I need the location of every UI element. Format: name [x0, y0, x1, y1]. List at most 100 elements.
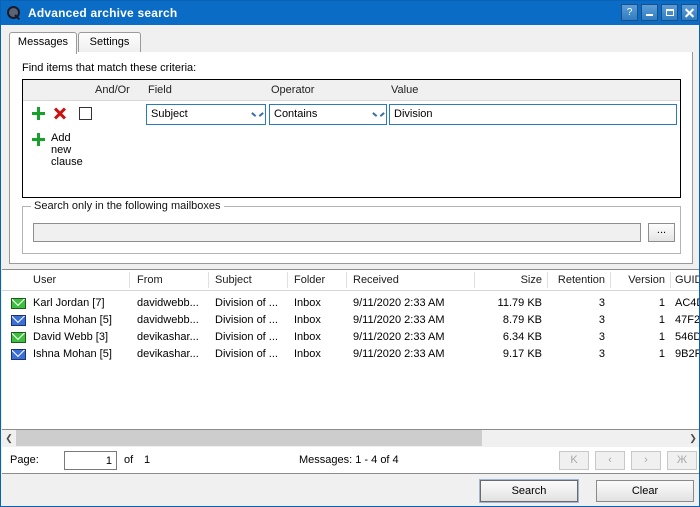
scroll-right-arrow-icon[interactable]: ❯: [686, 430, 700, 446]
cell-version: 1: [614, 297, 665, 309]
envelope-icon: [11, 315, 26, 326]
column-divider[interactable]: [287, 272, 288, 288]
page-of-label: of: [124, 454, 133, 466]
results-list: User From Subject Folder Received Size R…: [2, 269, 700, 446]
column-divider[interactable]: [346, 272, 347, 288]
mailbox-group-box: Search only in the following mailboxes .…: [22, 206, 681, 254]
cell-guid: 9B2FA: [675, 348, 700, 360]
column-header-operator: Operator: [271, 84, 314, 96]
cell-from: davidwebb...: [137, 314, 199, 326]
criteria-header-row: And/Or Field Operator Value: [23, 80, 680, 101]
minimize-button[interactable]: [641, 4, 658, 21]
last-page-button[interactable]: Ж: [667, 451, 697, 470]
tab-messages[interactable]: Messages: [9, 32, 77, 54]
cell-size: 8.79 KB: [480, 314, 542, 326]
mailbox-group-title: Search only in the following mailboxes: [31, 200, 224, 212]
results-header: User From Subject Folder Received Size R…: [2, 270, 700, 291]
cell-user: Ishna Mohan [5]: [33, 348, 112, 360]
table-row[interactable]: Ishna Mohan [5] davidwebb... Division of…: [2, 312, 700, 329]
cell-guid: AC4D: [675, 297, 700, 309]
close-button[interactable]: [681, 4, 698, 21]
messages-tab-page: Find items that match these criteria: An…: [9, 52, 693, 264]
operator-dropdown-value: Contains: [274, 108, 317, 120]
clear-button[interactable]: Clear: [596, 480, 694, 502]
column-divider[interactable]: [129, 272, 130, 288]
table-row[interactable]: Karl Jordan [7] davidwebb... Division of…: [2, 295, 700, 312]
maximize-button[interactable]: [661, 4, 678, 21]
next-page-button[interactable]: ›: [631, 451, 661, 470]
column-header-from[interactable]: From: [137, 274, 163, 286]
help-button[interactable]: ?: [621, 4, 638, 21]
results-horizontal-scrollbar[interactable]: ❮ ❯: [2, 429, 700, 446]
maximize-icon: [666, 9, 674, 16]
column-header-guid[interactable]: GUID: [675, 274, 700, 286]
cell-version: 1: [614, 348, 665, 360]
delete-clause-x-icon[interactable]: [53, 107, 66, 120]
cell-folder: Inbox: [294, 331, 321, 343]
cell-retention: 3: [551, 331, 605, 343]
column-divider[interactable]: [670, 272, 671, 288]
cell-size: 11.79 KB: [480, 297, 542, 309]
cell-retention: 3: [551, 348, 605, 360]
criteria-grid: And/Or Field Operator Value Subject Cont…: [22, 79, 681, 198]
add-new-clause-label: Add new clause: [51, 132, 83, 168]
mailbox-browse-button[interactable]: ...: [648, 223, 675, 242]
advanced-archive-search-window: Advanced archive search ? Messages Setti…: [0, 0, 700, 507]
cell-size: 6.34 KB: [480, 331, 542, 343]
cell-received: 9/11/2020 2:33 AM: [353, 297, 445, 309]
column-header-folder[interactable]: Folder: [294, 274, 325, 286]
add-clause-plus-icon[interactable]: [32, 107, 45, 120]
envelope-icon: [11, 332, 26, 343]
cell-subject: Division of ...: [215, 331, 278, 343]
tab-messages-label: Messages: [18, 36, 68, 48]
column-header-version[interactable]: Version: [614, 274, 665, 286]
scroll-left-arrow-icon[interactable]: ❮: [2, 430, 16, 446]
operator-dropdown[interactable]: Contains: [269, 104, 387, 125]
field-dropdown[interactable]: Subject: [146, 104, 266, 125]
value-input[interactable]: Division: [389, 104, 677, 125]
column-header-user[interactable]: User: [33, 274, 56, 286]
column-header-retention[interactable]: Retention: [551, 274, 605, 286]
cell-user: Ishna Mohan [5]: [33, 314, 112, 326]
page-label: Page:: [10, 454, 39, 466]
column-divider[interactable]: [610, 272, 611, 288]
column-divider[interactable]: [547, 272, 548, 288]
cell-guid: 47F20: [675, 314, 700, 326]
table-row[interactable]: Ishna Mohan [5] devikashar... Division o…: [2, 346, 700, 363]
column-header-value: Value: [391, 84, 418, 96]
cell-user: David Webb [3]: [33, 331, 108, 343]
cell-folder: Inbox: [294, 314, 321, 326]
search-button[interactable]: Search: [480, 480, 578, 502]
cell-retention: 3: [551, 297, 605, 309]
first-page-button[interactable]: K: [559, 451, 589, 470]
cell-subject: Division of ...: [215, 297, 278, 309]
previous-page-button[interactable]: ‹: [595, 451, 625, 470]
table-row[interactable]: David Webb [3] devikashar... Division of…: [2, 329, 700, 346]
envelope-icon: [11, 349, 26, 360]
find-criteria-label: Find items that match these criteria:: [22, 62, 196, 74]
column-divider[interactable]: [208, 272, 209, 288]
tab-settings-label: Settings: [90, 36, 130, 48]
column-header-size[interactable]: Size: [480, 274, 542, 286]
magnifier-icon: [6, 5, 22, 21]
criteria-row-checkbox[interactable]: [79, 107, 92, 120]
mailbox-input[interactable]: [33, 223, 641, 242]
cell-guid: 546D: [675, 331, 700, 343]
minimize-icon: [646, 14, 653, 16]
page-number-input[interactable]: 1: [64, 451, 117, 470]
add-new-clause-plus-icon[interactable]: [32, 133, 45, 146]
cell-from: davidwebb...: [137, 297, 199, 309]
cell-retention: 3: [551, 314, 605, 326]
cell-user: Karl Jordan [7]: [33, 297, 105, 309]
column-header-subject[interactable]: Subject: [215, 274, 252, 286]
cell-received: 9/11/2020 2:33 AM: [353, 314, 445, 326]
tab-strip: Messages Settings: [9, 32, 693, 52]
tab-settings[interactable]: Settings: [78, 32, 141, 53]
criteria-row: Subject Contains Division: [23, 101, 680, 129]
cell-subject: Division of ...: [215, 348, 278, 360]
column-divider[interactable]: [474, 272, 475, 288]
chevron-down-icon: [252, 112, 259, 119]
scrollbar-thumb[interactable]: [16, 430, 482, 446]
cell-folder: Inbox: [294, 348, 321, 360]
column-header-received[interactable]: Received: [353, 274, 399, 286]
